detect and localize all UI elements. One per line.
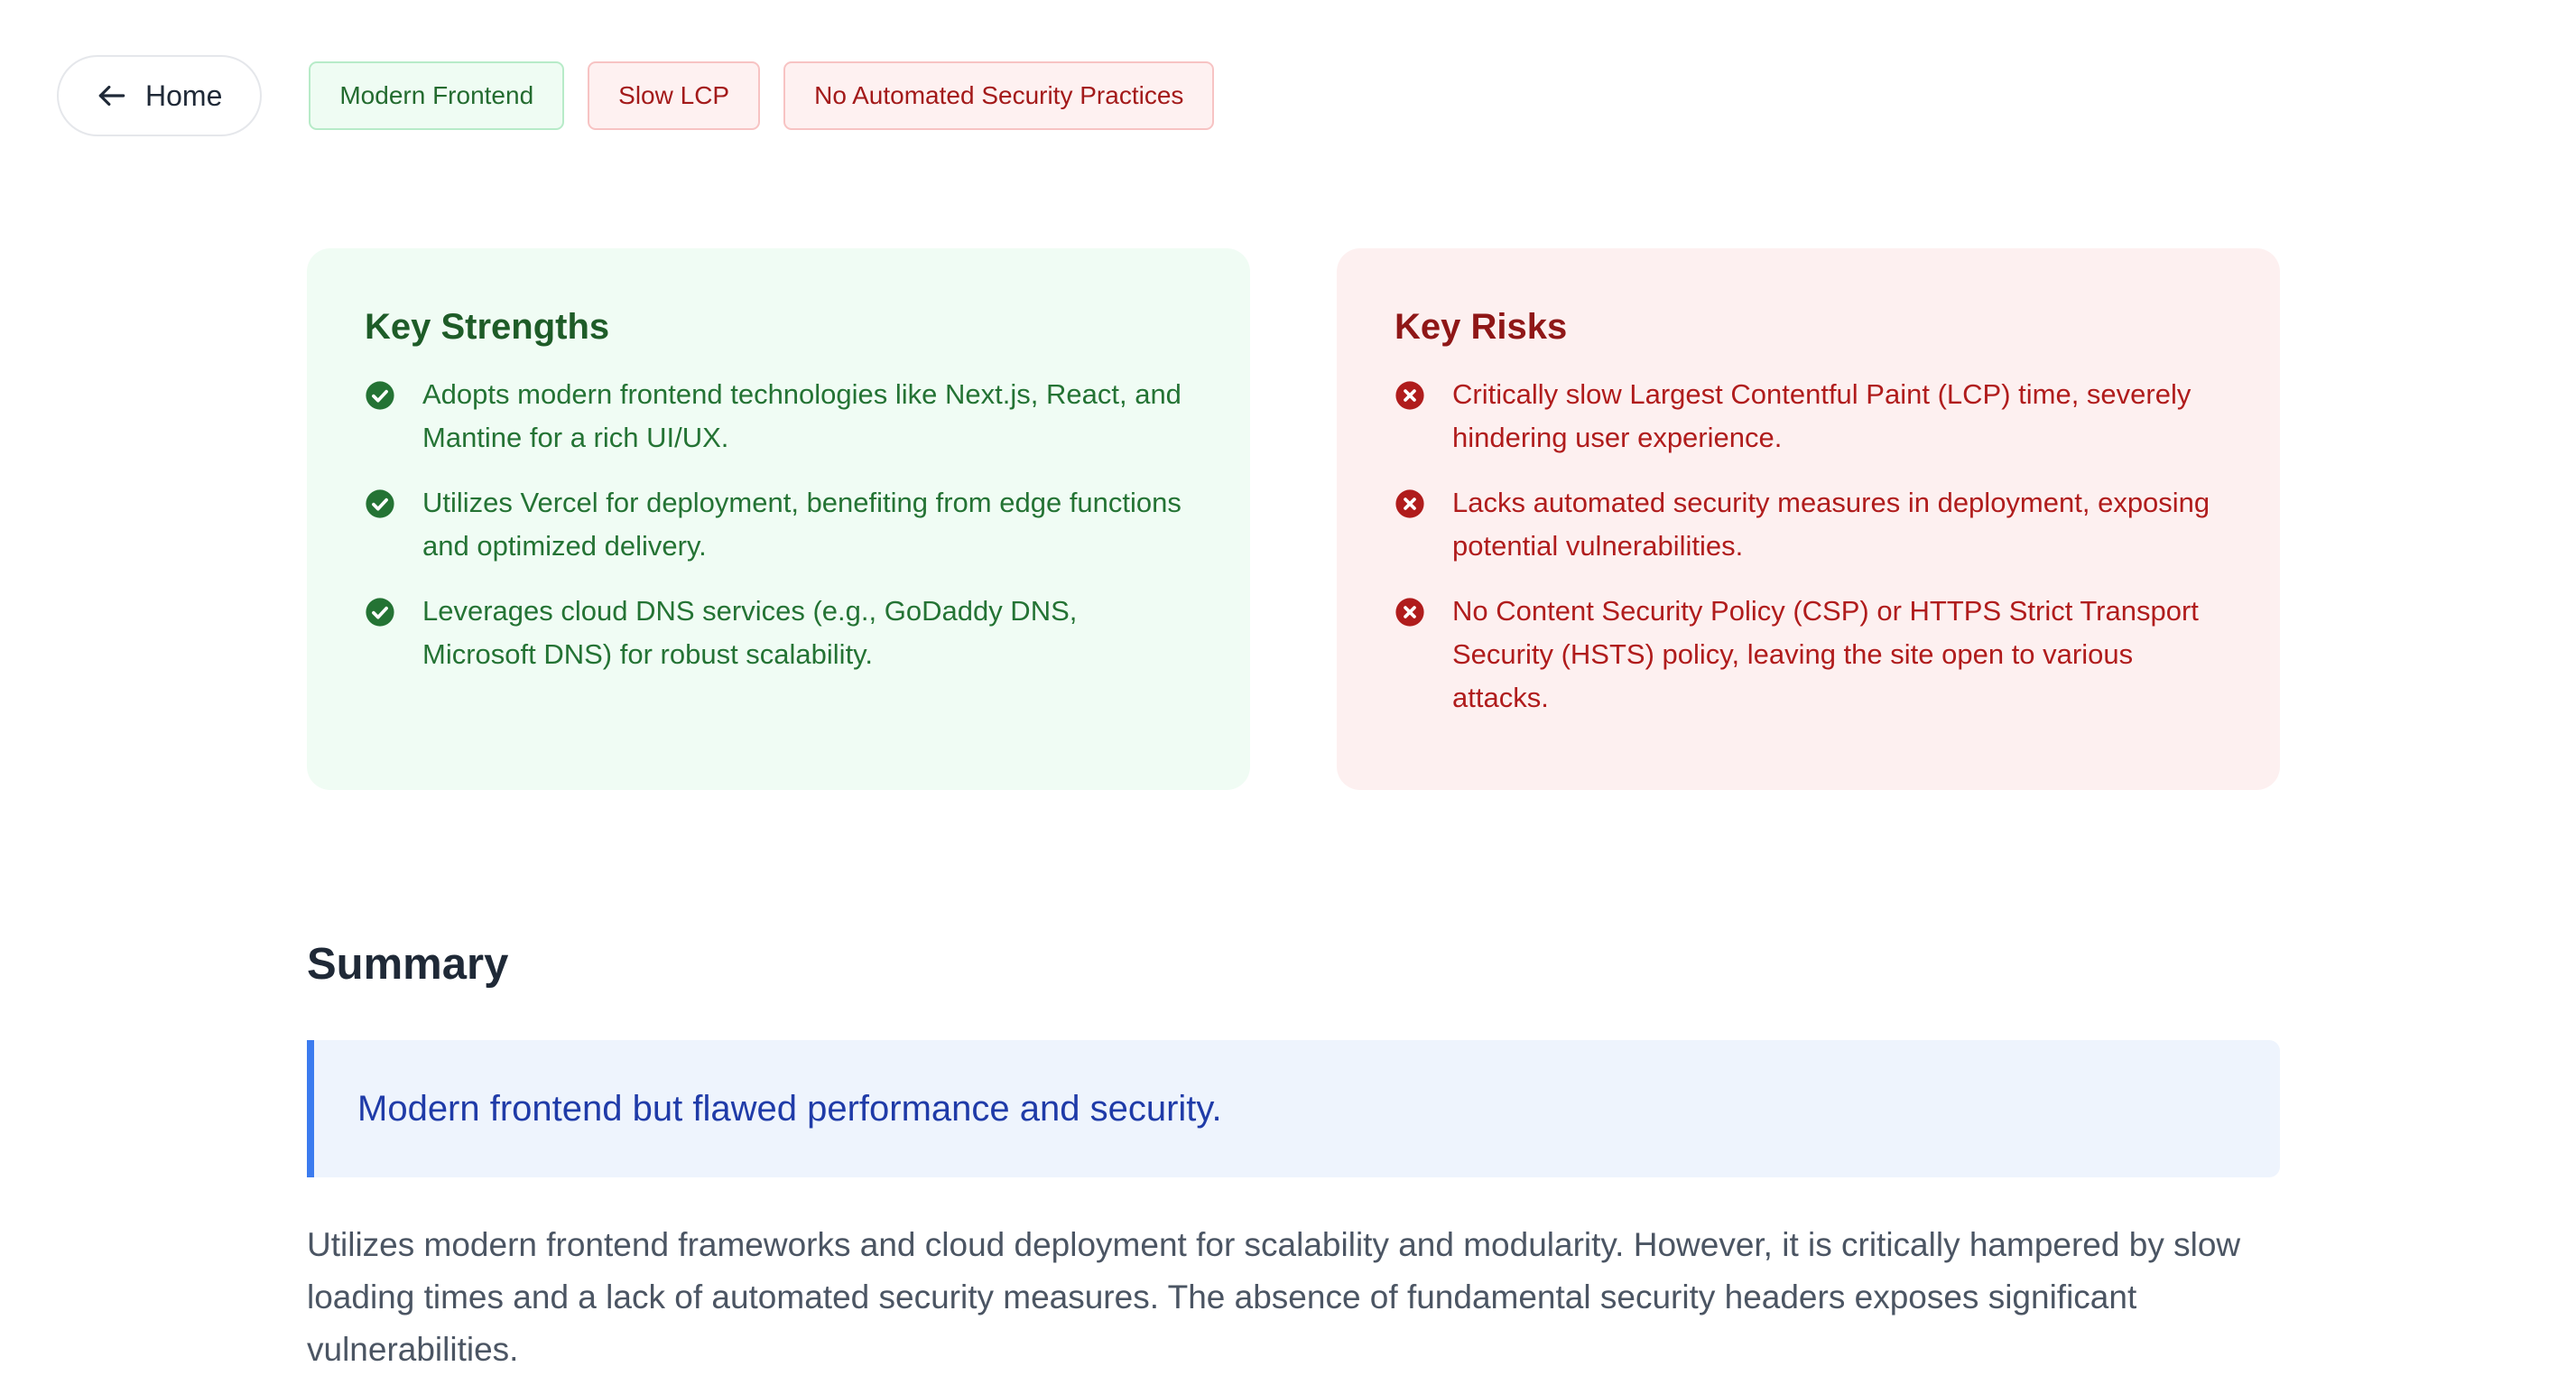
- risks-list: Critically slow Largest Contentful Paint…: [1395, 373, 2222, 720]
- strength-item: Utilizes Vercel for deployment, benefiti…: [365, 481, 1192, 568]
- tag-slow-lcp: Slow LCP: [588, 61, 761, 130]
- check-circle-icon: [365, 488, 395, 519]
- tag-modern-frontend: Modern Frontend: [309, 61, 565, 130]
- risk-item: Lacks automated security measures in dep…: [1395, 481, 2222, 568]
- risk-text: Critically slow Largest Contentful Paint…: [1452, 378, 2191, 453]
- home-button[interactable]: Home: [57, 55, 263, 136]
- check-circle-icon: [365, 597, 395, 628]
- key-risks-title: Key Risks: [1395, 307, 1568, 347]
- strength-text: Adopts modern frontend technologies like…: [422, 378, 1181, 453]
- risk-text: Lacks automated security measures in dep…: [1452, 487, 2210, 562]
- tag-list: Modern Frontend Slow LCP No Automated Se…: [309, 61, 1237, 130]
- x-circle-icon: [1395, 597, 1425, 628]
- summary-callout-text: Modern frontend but flawed performance a…: [357, 1088, 1222, 1129]
- risk-item: Critically slow Largest Contentful Paint…: [1395, 373, 2222, 460]
- strength-item: Adopts modern frontend technologies like…: [365, 373, 1192, 460]
- risk-text: No Content Security Policy (CSP) or HTTP…: [1452, 595, 2199, 713]
- key-strengths-title: Key Strengths: [365, 307, 610, 347]
- x-circle-icon: [1395, 488, 1425, 519]
- tag-no-automated-security: No Automated Security Practices: [783, 61, 1215, 130]
- key-strengths-card: Key Strengths Adopts modern frontend tec…: [307, 248, 1250, 790]
- home-button-label: Home: [145, 79, 223, 112]
- summary-title: Summary: [307, 940, 509, 989]
- risk-item: No Content Security Policy (CSP) or HTTP…: [1395, 590, 2222, 720]
- x-circle-icon: [1395, 380, 1425, 411]
- summary-callout: Modern frontend but flawed performance a…: [307, 1040, 2280, 1177]
- strength-item: Leverages cloud DNS services (e.g., GoDa…: [365, 590, 1192, 676]
- strength-text: Utilizes Vercel for deployment, benefiti…: [422, 487, 1181, 562]
- key-risks-card: Key Risks Critically slow Largest Conten…: [1337, 248, 2280, 790]
- strength-text: Leverages cloud DNS services (e.g., GoDa…: [422, 595, 1078, 670]
- strengths-list: Adopts modern frontend technologies like…: [365, 373, 1192, 676]
- check-circle-icon: [365, 380, 395, 411]
- summary-body: Utilizes modern frontend frameworks and …: [307, 1226, 2241, 1368]
- arrow-left-icon: [95, 79, 129, 113]
- top-bar: Home Modern Frontend Slow LCP No Automat…: [57, 55, 1237, 136]
